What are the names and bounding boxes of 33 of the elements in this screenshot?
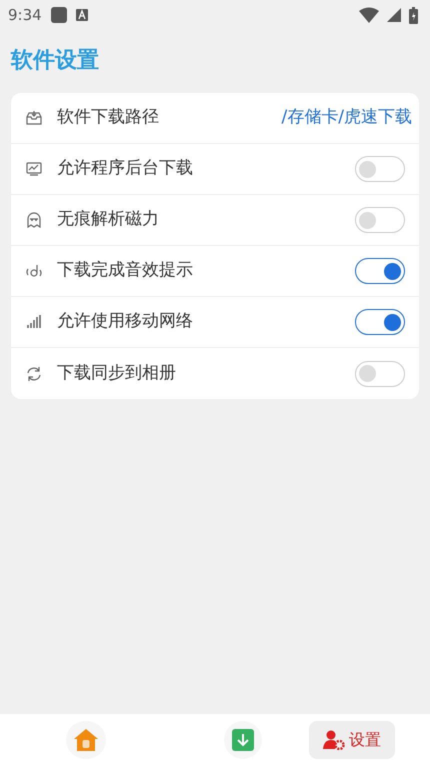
toggle-switch[interactable]	[355, 309, 405, 335]
battery-icon	[409, 6, 418, 24]
setting-label: 下载完成音效提示	[57, 259, 193, 282]
monitor-icon	[25, 160, 43, 178]
setting-label: 允许使用移动网络	[57, 310, 193, 334]
home-icon	[74, 729, 98, 751]
setting-label: 无痕解析磁力	[57, 208, 159, 232]
page-title: 软件设置	[10, 47, 100, 75]
nav-tab[interactable]	[66, 721, 106, 759]
settings-row[interactable]: 无痕解析磁力	[11, 195, 419, 246]
settings-row[interactable]: 软件下载路径 /存储卡/虎速下载	[11, 93, 419, 144]
settings-row[interactable]: 允许程序后台下载	[11, 144, 419, 195]
toggle-switch[interactable]	[355, 258, 405, 284]
status-time: 9:34	[8, 4, 42, 26]
signal-bars-icon	[25, 313, 43, 331]
wifi-icon	[359, 7, 379, 23]
sync-icon	[25, 364, 43, 382]
setting-label: 下载同步到相册	[57, 362, 176, 385]
notification-icon	[50, 6, 68, 24]
path-value[interactable]: /存储卡/虎速下载	[282, 105, 412, 131]
setting-label: 允许程序后台下载	[57, 157, 193, 180]
signal-icon	[387, 8, 401, 22]
ghost-icon	[25, 211, 43, 229]
download-icon	[232, 729, 254, 751]
settings-row[interactable]: 允许使用移动网络	[11, 297, 419, 348]
settings-row[interactable]: 下载同步到相册	[11, 348, 419, 399]
settings-row[interactable]: 下载完成音效提示	[11, 246, 419, 297]
nav-tab[interactable]: 设置	[309, 721, 395, 759]
setting-label: 软件下载路径	[57, 106, 159, 130]
inbox-icon	[25, 109, 43, 127]
user-settings-icon	[323, 730, 345, 750]
keyboard-icon	[76, 9, 88, 21]
nav-tab[interactable]	[224, 721, 262, 759]
